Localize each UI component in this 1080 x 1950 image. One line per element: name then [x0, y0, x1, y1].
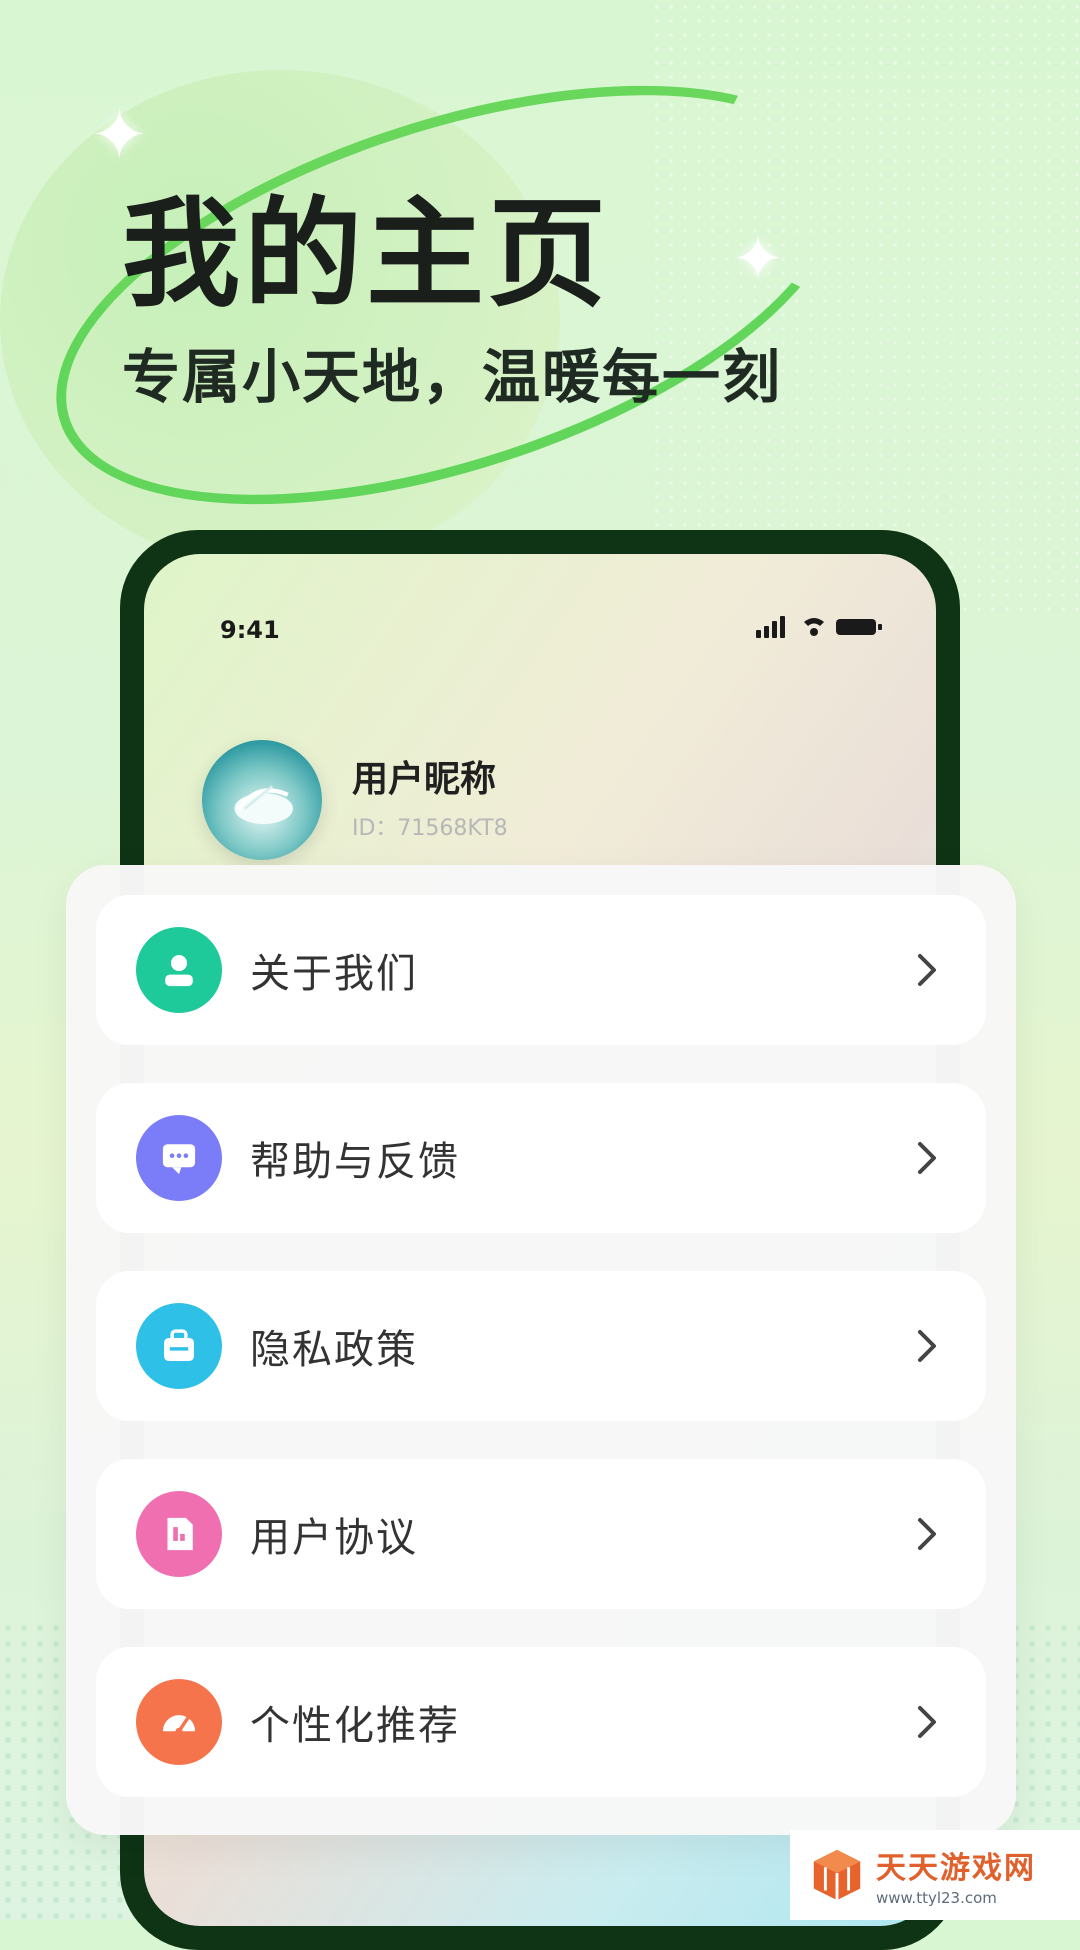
watermark-title: 天天游戏网: [876, 1851, 1036, 1886]
menu-item-label: 用户协议: [250, 1515, 418, 1561]
chat-icon: [136, 1115, 222, 1201]
sparkle-icon: ✦: [732, 222, 784, 295]
menu-item-help-feedback[interactable]: 帮助与反馈: [96, 1083, 986, 1233]
cube-logo-icon: [813, 1849, 861, 1901]
watermark-url: www.ttyl23.com: [876, 1889, 997, 1907]
banner-subtitle: 专属小天地，温暖每一刻: [122, 343, 783, 411]
user-nickname: 用户昵称: [352, 759, 497, 800]
wifi-icon: [804, 618, 824, 636]
chevron-right-icon: [918, 1518, 936, 1550]
signal-icon: [756, 616, 785, 638]
watermark: 天天游戏网 www.ttyl23.com: [790, 1830, 1080, 1920]
briefcase-icon: [136, 1303, 222, 1389]
menu-item-about-us[interactable]: 关于我们: [96, 895, 986, 1045]
menu-item-personalized-recommendation[interactable]: 个性化推荐: [96, 1647, 986, 1797]
menu-item-label: 关于我们: [250, 951, 418, 997]
feather-avatar-icon: [234, 785, 293, 825]
status-icons: [756, 614, 886, 638]
avatar[interactable]: [202, 740, 322, 860]
menu-item-privacy-policy[interactable]: 隐私政策: [96, 1271, 986, 1421]
menu-item-label: 个性化推荐: [250, 1703, 460, 1749]
gauge-icon: [136, 1679, 222, 1765]
user-id: ID：71568KT8: [352, 816, 508, 841]
chevron-right-icon: [918, 1330, 936, 1362]
document-icon: [136, 1491, 222, 1577]
user-icon: [136, 927, 222, 1013]
battery-icon: [836, 619, 882, 635]
menu-item-label: 帮助与反馈: [250, 1139, 460, 1185]
status-time: 9:41: [220, 616, 280, 644]
chevron-right-icon: [918, 1706, 936, 1738]
menu-item-label: 隐私政策: [250, 1327, 418, 1373]
menu-card: 关于我们 帮助与反馈 隐私政策 用户协议 个性化推荐: [66, 865, 1016, 1835]
menu-item-user-agreement[interactable]: 用户协议: [96, 1459, 986, 1609]
banner-title: 我的主页: [122, 185, 611, 323]
chevron-right-icon: [918, 954, 936, 986]
chevron-right-icon: [918, 1142, 936, 1174]
